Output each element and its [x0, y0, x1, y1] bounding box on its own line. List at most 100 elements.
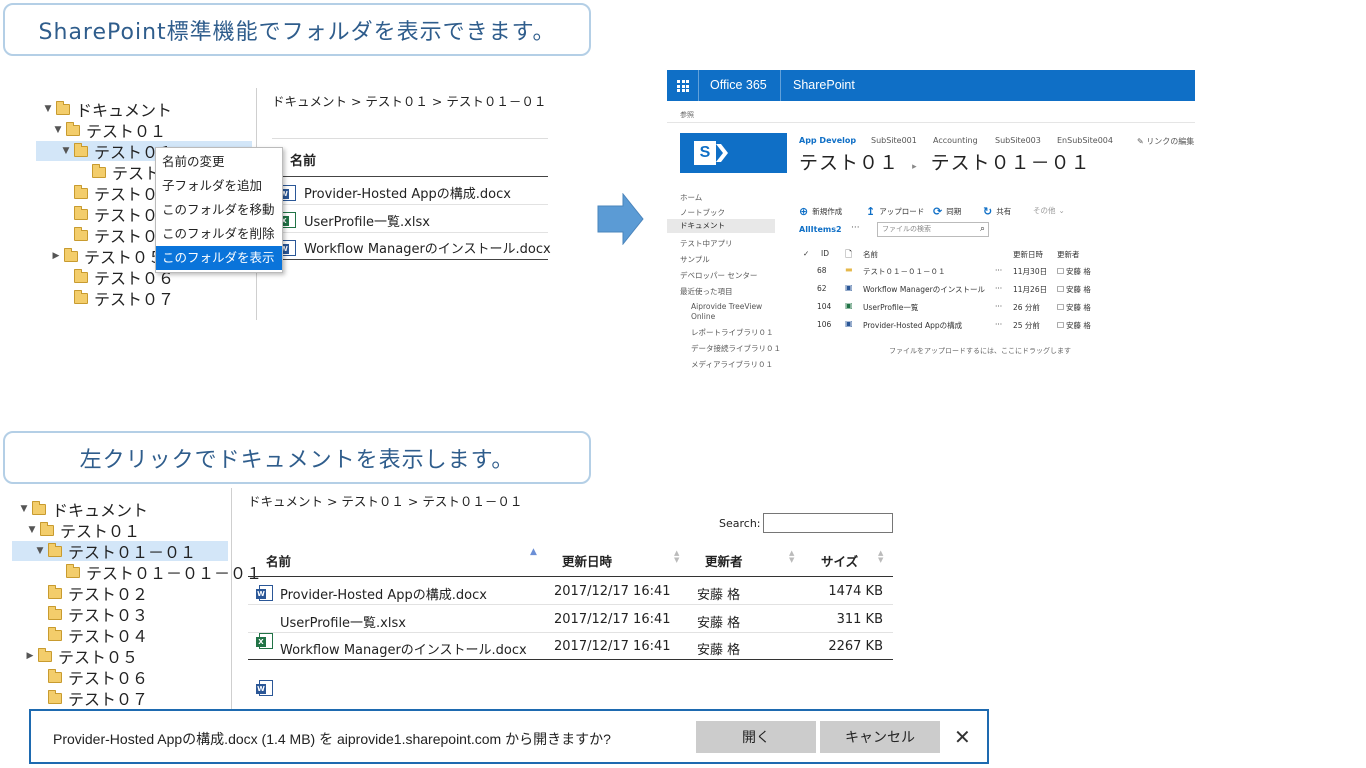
expand-down-icon[interactable]: ▼ [42, 104, 54, 114]
breadcrumb-bottom: ドキュメント > テスト０１ > テスト０１－０１ [248, 494, 523, 509]
expand-down-icon[interactable]: ▼ [34, 546, 46, 556]
tree-node[interactable]: ▶ テスト０５ [24, 646, 138, 667]
cell-name[interactable]: Workflow Managerのインストール.docx [280, 639, 527, 658]
quick-launch-item[interactable]: ドキュメント [667, 219, 775, 233]
sp-row-name[interactable]: テスト０１－０１－０１ [863, 266, 946, 277]
expand-down-icon[interactable]: ▼ [18, 504, 30, 514]
tree-node[interactable]: ▼ テスト０１－０１ [12, 541, 228, 562]
cancel-button[interactable]: キャンセル [820, 721, 940, 753]
edit-links[interactable]: ✎ リンクの編集 [1137, 136, 1194, 147]
excel-file-icon: ▣ [845, 301, 853, 310]
th-modified[interactable]: 更新日時 [562, 551, 612, 570]
quick-launch-item[interactable]: Aiprovide TreeView [691, 302, 762, 311]
th-size[interactable]: サイズ [821, 551, 858, 570]
th-author[interactable]: 更新者 [705, 551, 743, 570]
site-logo[interactable]: S [680, 133, 787, 173]
tree-node[interactable]: テスト０７ [34, 688, 149, 709]
pencil-icon: ✎ [1137, 137, 1147, 146]
quick-launch-item[interactable]: サンプル [680, 254, 710, 265]
doc-type-icon: 🗋 [845, 250, 853, 260]
cell-name[interactable]: UserProfile一覧.xlsx [280, 612, 406, 631]
tree-node[interactable]: ▼ テスト０１ [52, 120, 166, 141]
cell-name[interactable]: Provider-Hosted Appの構成.docx [280, 584, 487, 603]
menu-add-subfolder[interactable]: 子フォルダを追加 [156, 174, 282, 198]
list-header-name[interactable]: 名前 [290, 150, 316, 169]
close-icon[interactable]: ✕ [954, 725, 971, 749]
sp-tab-subsite001[interactable]: SubSite001 [871, 136, 917, 145]
sp-tab-subsite003[interactable]: SubSite003 [995, 136, 1041, 145]
quick-launch-item[interactable]: デベロッパー センター [680, 270, 757, 281]
quick-launch-item[interactable]: レポートライブラリ０１ [691, 327, 774, 338]
tree-node[interactable]: テスト０６ [34, 667, 148, 688]
cell-author: 安藤 格 [697, 588, 741, 603]
quick-launch-item[interactable]: メディアライブラリ０１ [691, 359, 773, 370]
expand-down-icon[interactable]: ▼ [60, 146, 72, 156]
menu-move-folder[interactable]: このフォルダを移動 [156, 198, 282, 222]
quick-launch-item[interactable]: Online [691, 312, 715, 321]
expand-down-icon[interactable]: ▼ [52, 125, 64, 135]
quick-launch-item[interactable]: ホーム [680, 192, 702, 203]
menu-delete-folder[interactable]: このフォルダを削除 [156, 222, 282, 246]
cmd-share[interactable]: ↻ 共有 [983, 205, 1011, 218]
brand-sharepoint[interactable]: SharePoint [793, 78, 855, 92]
cmd-more[interactable]: その他 ⌄ [1033, 205, 1065, 216]
cmd-sync[interactable]: ⟳ 同期 [933, 205, 961, 218]
item-more-icon[interactable]: ··· [995, 266, 1002, 275]
tree-node-label: テスト０７ [68, 690, 149, 709]
tree-node[interactable]: ▼ ドキュメント [42, 99, 172, 120]
brand-office365[interactable]: Office 365 [710, 78, 767, 92]
view-more-icon[interactable]: ··· [851, 223, 860, 233]
open-button[interactable]: 開く [696, 721, 816, 753]
view-selector[interactable]: AllItems2 [799, 225, 842, 234]
folder-icon [40, 521, 54, 536]
quick-launch-item[interactable]: 最近使った項目 [680, 286, 733, 297]
browse-tab[interactable]: 参照 [680, 110, 694, 120]
expand-down-icon[interactable]: ▼ [26, 525, 38, 535]
search-input[interactable] [763, 513, 893, 533]
sp-row-author: 安藤 格 [1066, 303, 1091, 312]
sp-row-date: 11月30日 [1013, 267, 1048, 276]
menu-rename[interactable]: 名前の変更 [156, 150, 282, 174]
tree-node[interactable]: テスト０３ [34, 604, 148, 625]
col-id[interactable]: ID [821, 249, 829, 258]
tree-node[interactable]: ▼ テスト０１ [26, 520, 140, 541]
expand-right-icon[interactable]: ▶ [24, 651, 36, 661]
quick-launch-item[interactable]: データ接続ライブラリ０１ [691, 343, 781, 354]
tree-node[interactable]: ▶ テスト０５ [50, 246, 164, 267]
quick-launch-item[interactable]: ノートブック [680, 207, 725, 218]
sp-row-name[interactable]: Workflow Managerのインストール [863, 284, 985, 295]
sp-tab-accounting[interactable]: Accounting [933, 136, 978, 145]
context-menu: 名前の変更 子フォルダを追加 このフォルダを移動 このフォルダを削除 このフォル… [155, 147, 283, 273]
folder-icon [74, 226, 88, 241]
col-modified-by[interactable]: 更新者 [1057, 249, 1080, 260]
th-name[interactable]: 名前 [266, 551, 291, 570]
quick-launch-item[interactable]: テスト中アプリ [680, 238, 733, 249]
sp-search-input[interactable]: ファイルの検索 ⌕ [877, 222, 989, 237]
tree-node[interactable]: テスト０２ [34, 583, 148, 604]
cmd-new[interactable]: ⊕ 新規作成 [799, 205, 842, 218]
item-more-icon[interactable]: ··· [995, 320, 1002, 329]
sp-row-name[interactable]: UserProfile一覧 [863, 302, 918, 313]
file-row[interactable]: Provider-Hosted Appの構成.docx [279, 183, 511, 202]
tree-node[interactable]: テスト０４ [34, 625, 148, 646]
sp-row-name[interactable]: Provider-Hosted Appの構成 [863, 320, 962, 331]
sp-tab-app-develop[interactable]: App Develop [799, 136, 856, 145]
title-parent[interactable]: テスト０１ [799, 152, 899, 174]
file-row[interactable]: Workflow Managerのインストール.docx [279, 238, 551, 257]
select-all-check-icon[interactable]: ✓ [803, 249, 809, 258]
cmd-upload[interactable]: ↥ アップロード [866, 205, 924, 218]
word-file-icon: ▣ [845, 283, 853, 292]
app-launcher-icon[interactable] [677, 80, 689, 92]
col-name[interactable]: 名前 [863, 249, 878, 260]
file-row[interactable]: UserProfile一覧.xlsx [279, 211, 430, 230]
menu-show-folder[interactable]: このフォルダを表示 [156, 246, 282, 270]
col-modified[interactable]: 更新日時 [1013, 249, 1043, 260]
item-more-icon[interactable]: ··· [995, 302, 1002, 311]
rule [272, 176, 548, 177]
tree-node[interactable]: ▼ ドキュメント [18, 499, 148, 520]
expand-right-icon[interactable]: ▶ [50, 251, 62, 261]
sp-tab-ensubsite004[interactable]: EnSubSite004 [1057, 136, 1113, 145]
folder-icon [48, 689, 62, 704]
item-more-icon[interactable]: ··· [995, 284, 1002, 293]
tree-node[interactable]: テスト０７ [60, 288, 174, 309]
